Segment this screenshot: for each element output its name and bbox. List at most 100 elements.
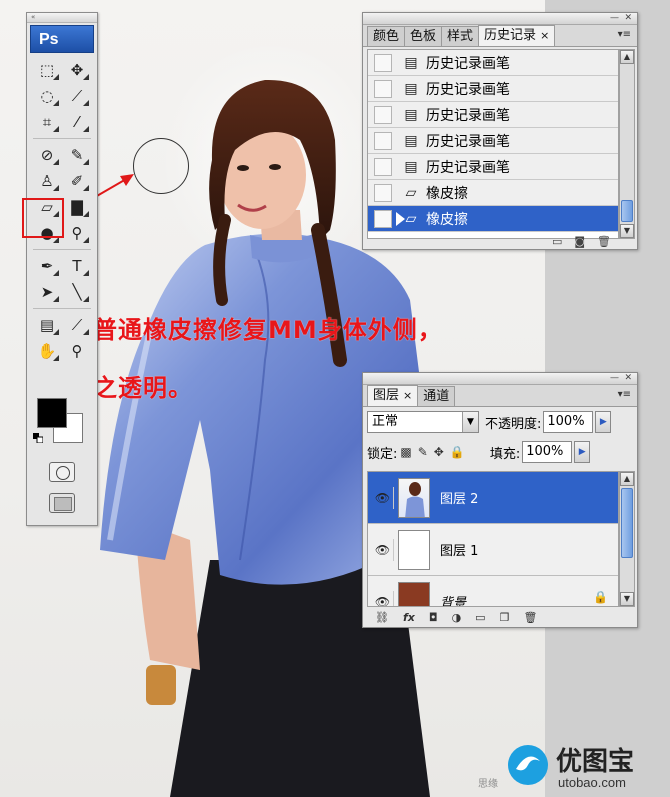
gradient-icon[interactable]: ▇: [65, 196, 89, 218]
pen-icon[interactable]: ✒: [35, 255, 59, 277]
tab-channels[interactable]: 通道: [417, 386, 456, 406]
layer-row[interactable]: 👁 图层 2: [368, 472, 618, 524]
history-source-checkbox[interactable]: [374, 79, 392, 98]
history-source-checkbox[interactable]: [374, 53, 392, 72]
layer-thumbnail: [398, 477, 430, 518]
history-step[interactable]: ▤ 历史记录画笔: [368, 76, 618, 102]
hand-icon[interactable]: ✋: [35, 340, 59, 362]
healing-brush-icon[interactable]: ⊘: [35, 144, 59, 166]
watermark-brand: 优图宝: [556, 747, 635, 777]
photoshop-logo[interactable]: Ps: [30, 25, 94, 53]
watermark-small: 思缘: [478, 779, 498, 790]
magic-wand-icon[interactable]: ⟋: [65, 85, 89, 107]
history-source-checkbox[interactable]: [374, 183, 392, 202]
tab-layers[interactable]: 图层 ×: [367, 385, 419, 406]
visibility-eye-icon[interactable]: 👁: [372, 590, 394, 606]
layers-titlebar[interactable]: — ✕: [363, 373, 637, 385]
scroll-thumb[interactable]: [621, 488, 633, 558]
layer-row[interactable]: 👁 图层 1: [368, 524, 618, 576]
scroll-down-icon[interactable]: ▼: [620, 592, 634, 606]
history-brush-step-icon: ▤: [404, 158, 418, 175]
opacity-slider-icon[interactable]: ▶: [595, 411, 612, 433]
layer-thumbnail: [398, 529, 430, 570]
tab-close-icon[interactable]: ×: [540, 29, 549, 42]
minimize-icon[interactable]: —: [610, 13, 619, 24]
close-icon[interactable]: ✕: [624, 373, 632, 384]
lock-pixels-icon[interactable]: ✎: [418, 445, 428, 459]
slice-icon[interactable]: ⁄: [65, 111, 89, 133]
history-step[interactable]: ▤ 历史记录画笔: [368, 154, 618, 180]
tab-close-icon[interactable]: ×: [403, 389, 412, 402]
history-titlebar[interactable]: — ✕: [363, 13, 637, 25]
quick-mask-button[interactable]: [49, 462, 75, 482]
lasso-icon[interactable]: ◌: [35, 85, 59, 107]
move-icon[interactable]: ✥: [65, 59, 89, 81]
eyedropper-icon[interactable]: ⟋: [65, 314, 89, 336]
eraser-tool-highlight: [22, 198, 64, 238]
chevron-down-icon[interactable]: ▼: [462, 412, 478, 432]
visibility-eye-icon[interactable]: 👁: [372, 538, 394, 561]
snapshot-icon[interactable]: ◙: [574, 235, 585, 248]
layers-scrollbar[interactable]: ▲ ▼: [619, 471, 635, 607]
history-step[interactable]: ▱ 橡皮擦: [368, 180, 618, 206]
path-select-icon[interactable]: ➤: [35, 281, 59, 303]
panel-menu-icon[interactable]: ▾≡: [618, 29, 631, 40]
type-icon[interactable]: T: [65, 255, 89, 277]
crop-icon[interactable]: ⌗: [35, 111, 59, 133]
panel-menu-icon[interactable]: ▾≡: [618, 389, 631, 400]
notes-icon[interactable]: ▤: [35, 314, 59, 336]
line-icon[interactable]: ╲: [65, 281, 89, 303]
blend-mode-select[interactable]: 正常 ▼: [367, 411, 479, 433]
layer-list: 👁 图层 2 👁 图层 1 👁 背景 🔒: [367, 471, 619, 607]
history-step-selected[interactable]: ▱ 橡皮擦: [368, 206, 618, 232]
brush-icon[interactable]: ✎: [65, 144, 89, 166]
history-source-checkbox[interactable]: [374, 131, 392, 150]
scroll-thumb[interactable]: [621, 200, 633, 222]
new-document-from-state-icon[interactable]: ▭: [552, 235, 562, 248]
toolbox-grip[interactable]: «: [27, 13, 97, 23]
screen-mode-button[interactable]: [49, 493, 75, 513]
tab-color[interactable]: 颜色: [367, 26, 406, 46]
history-step[interactable]: ▤ 历史记录画笔: [368, 50, 618, 76]
lock-position-icon[interactable]: ✥: [434, 445, 444, 459]
fill-slider-icon[interactable]: ▶: [574, 441, 591, 463]
close-icon[interactable]: ✕: [624, 13, 632, 24]
history-state-slider-icon[interactable]: [396, 212, 405, 226]
adjustment-icon[interactable]: ◑: [452, 611, 462, 624]
trash-icon[interactable]: 🗑: [523, 611, 537, 624]
default-colors-icon[interactable]: [33, 433, 43, 443]
history-step[interactable]: ▤ 历史记录画笔: [368, 102, 618, 128]
tools-panel: « Ps ⬚ ✥ ◌ ⟋ ⌗ ⁄ ⊘ ✎ ♙ ✐ ▱ ▇ ● ⚲ ✒ T ➤ ╲…: [26, 12, 98, 526]
fx-icon[interactable]: fx: [403, 611, 415, 624]
mask-icon[interactable]: ◘: [429, 611, 438, 624]
tab-swatches[interactable]: 色板: [404, 26, 443, 46]
fill-input[interactable]: 100%: [522, 441, 573, 463]
history-source-checkbox[interactable]: [374, 209, 392, 228]
scroll-up-icon[interactable]: ▲: [620, 472, 634, 486]
layer-row[interactable]: 👁 背景 🔒: [368, 576, 618, 606]
marquee-icon[interactable]: ⬚: [35, 59, 59, 81]
trash-icon[interactable]: 🗑: [597, 235, 611, 248]
history-source-checkbox[interactable]: [374, 157, 392, 176]
opacity-input[interactable]: 100%: [543, 411, 594, 433]
zoom-icon[interactable]: ⚲: [65, 340, 89, 362]
foreground-color-swatch[interactable]: [37, 398, 67, 428]
history-brush-icon[interactable]: ✐: [65, 170, 89, 192]
visibility-eye-icon[interactable]: 👁: [372, 486, 394, 509]
scroll-up-icon[interactable]: ▲: [620, 50, 634, 64]
layers-tabs: 图层 × 通道 ▾≡: [363, 385, 637, 407]
lock-transparency-icon[interactable]: ▩: [400, 445, 411, 459]
tab-history[interactable]: 历史记录 ×: [478, 25, 556, 46]
new-layer-icon[interactable]: ❐: [500, 611, 510, 624]
history-scrollbar[interactable]: ▲ ▼: [619, 49, 635, 239]
history-source-checkbox[interactable]: [374, 105, 392, 124]
link-icon[interactable]: ⛓: [375, 611, 389, 624]
dodge-icon[interactable]: ⚲: [65, 222, 89, 244]
minimize-icon[interactable]: —: [610, 373, 619, 384]
history-panel: — ✕ 颜色 色板 样式 历史记录 × ▾≡ ▤ 历史记录画笔 ▤ 历史记录画笔 ▤ 历…: [362, 12, 638, 250]
clone-stamp-icon[interactable]: ♙: [35, 170, 59, 192]
lock-all-icon[interactable]: 🔒: [450, 445, 465, 459]
group-icon[interactable]: ▭: [475, 611, 485, 624]
history-step[interactable]: ▤ 历史记录画笔: [368, 128, 618, 154]
tab-styles[interactable]: 样式: [441, 26, 480, 46]
